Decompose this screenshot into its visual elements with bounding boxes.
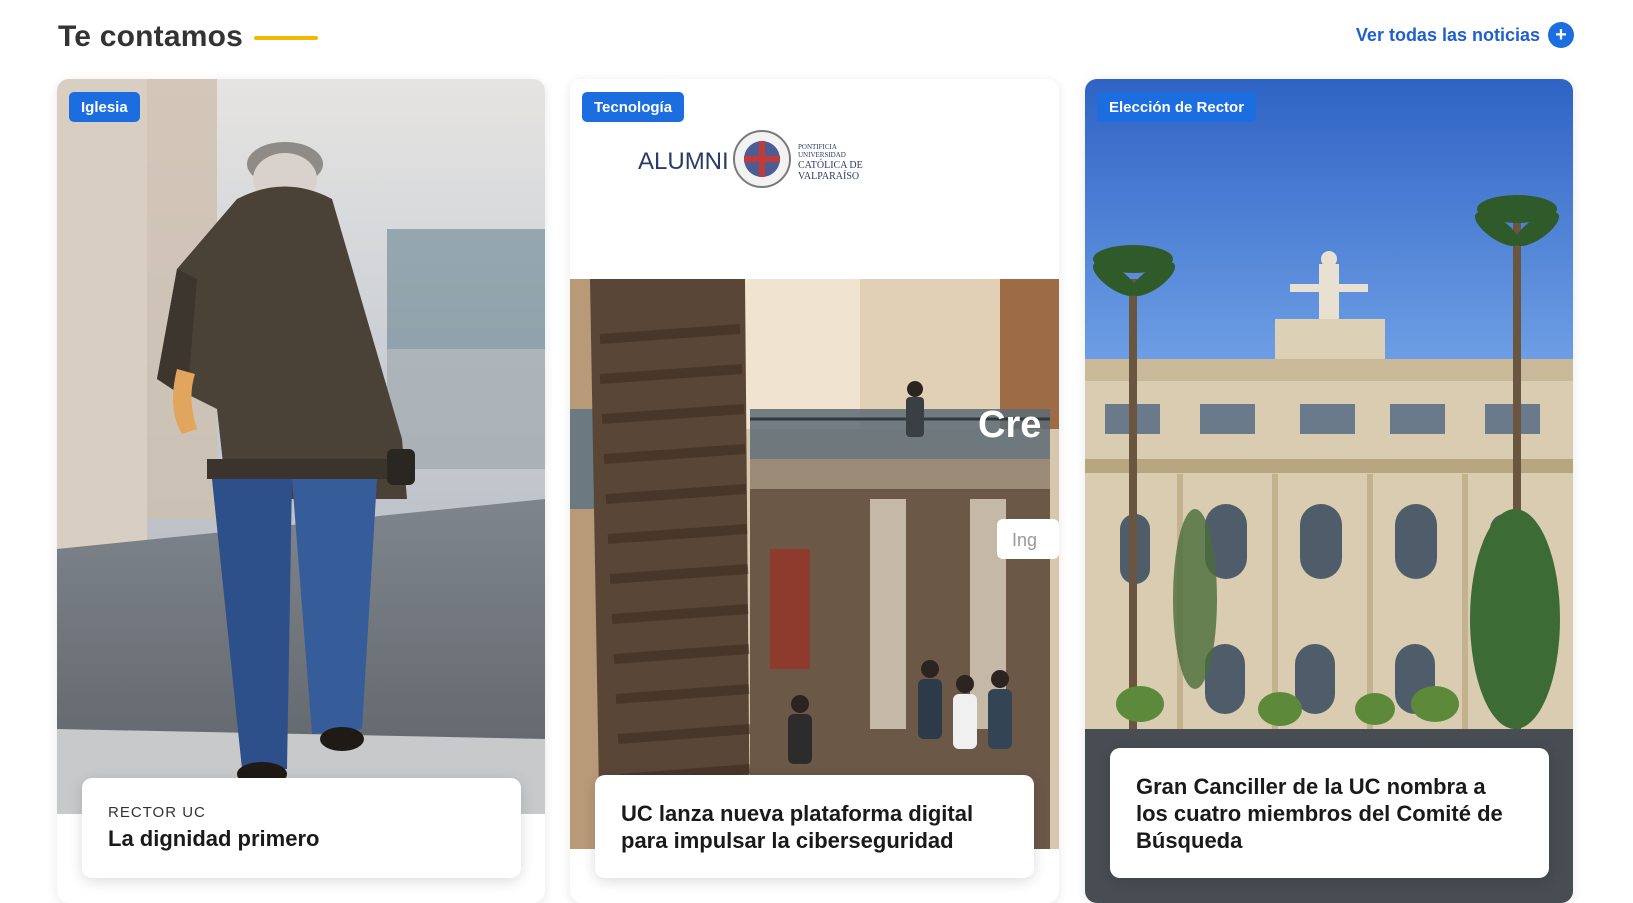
category-badge[interactable]: Elección de Rector	[1097, 92, 1257, 122]
section-header: Te contamos Ver todas las noticias +	[58, 16, 1574, 60]
overlay-input-text: Ing	[1012, 530, 1037, 550]
plus-circle-icon: +	[1548, 22, 1574, 48]
card-2-photo: ALUMNI PONTIFICIA UNIVERSIDAD CATÓLICA D…	[570, 79, 1059, 849]
card-1-photo	[57, 79, 545, 814]
category-badge[interactable]: Iglesia	[69, 92, 140, 122]
news-card-2[interactable]: ALUMNI PONTIFICIA UNIVERSIDAD CATÓLICA D…	[570, 79, 1059, 903]
seal-line-3: CATÓLICA DE	[798, 159, 863, 171]
category-badge[interactable]: Tecnología	[582, 92, 685, 122]
card-caption: UC lanza nueva plataforma digital para i…	[595, 775, 1034, 878]
seal-line-1: PONTIFICIA	[798, 143, 837, 151]
overlay-text: Cre	[978, 404, 1041, 446]
title-accent-line	[254, 36, 318, 40]
seal-line-2: UNIVERSIDAD	[798, 151, 846, 159]
card-caption: Gran Canciller de la UC nombra a los cua…	[1110, 748, 1549, 878]
news-card-1[interactable]: Iglesia RECTOR UC La dignidad primero	[57, 79, 545, 903]
news-card-3[interactable]: Elección de Rector Gran Canciller de la …	[1085, 79, 1573, 903]
card-caption: RECTOR UC La dignidad primero	[82, 778, 521, 878]
see-all-news-label: Ver todas las noticias	[1355, 24, 1540, 45]
alumni-text: ALUMNI	[638, 148, 729, 175]
section-title: Te contamos	[58, 20, 244, 53]
card-headline[interactable]: UC lanza nueva plataforma digital para i…	[621, 800, 1008, 854]
card-headline[interactable]: Gran Canciller de la UC nombra a los cua…	[1136, 773, 1523, 854]
see-all-news-link[interactable]: Ver todas las noticias +	[1356, 22, 1574, 48]
card-headline[interactable]: La dignidad primero	[108, 825, 495, 852]
card-kicker: RECTOR UC	[108, 804, 206, 821]
seal-line-4: VALPARAÍSO	[798, 170, 859, 182]
